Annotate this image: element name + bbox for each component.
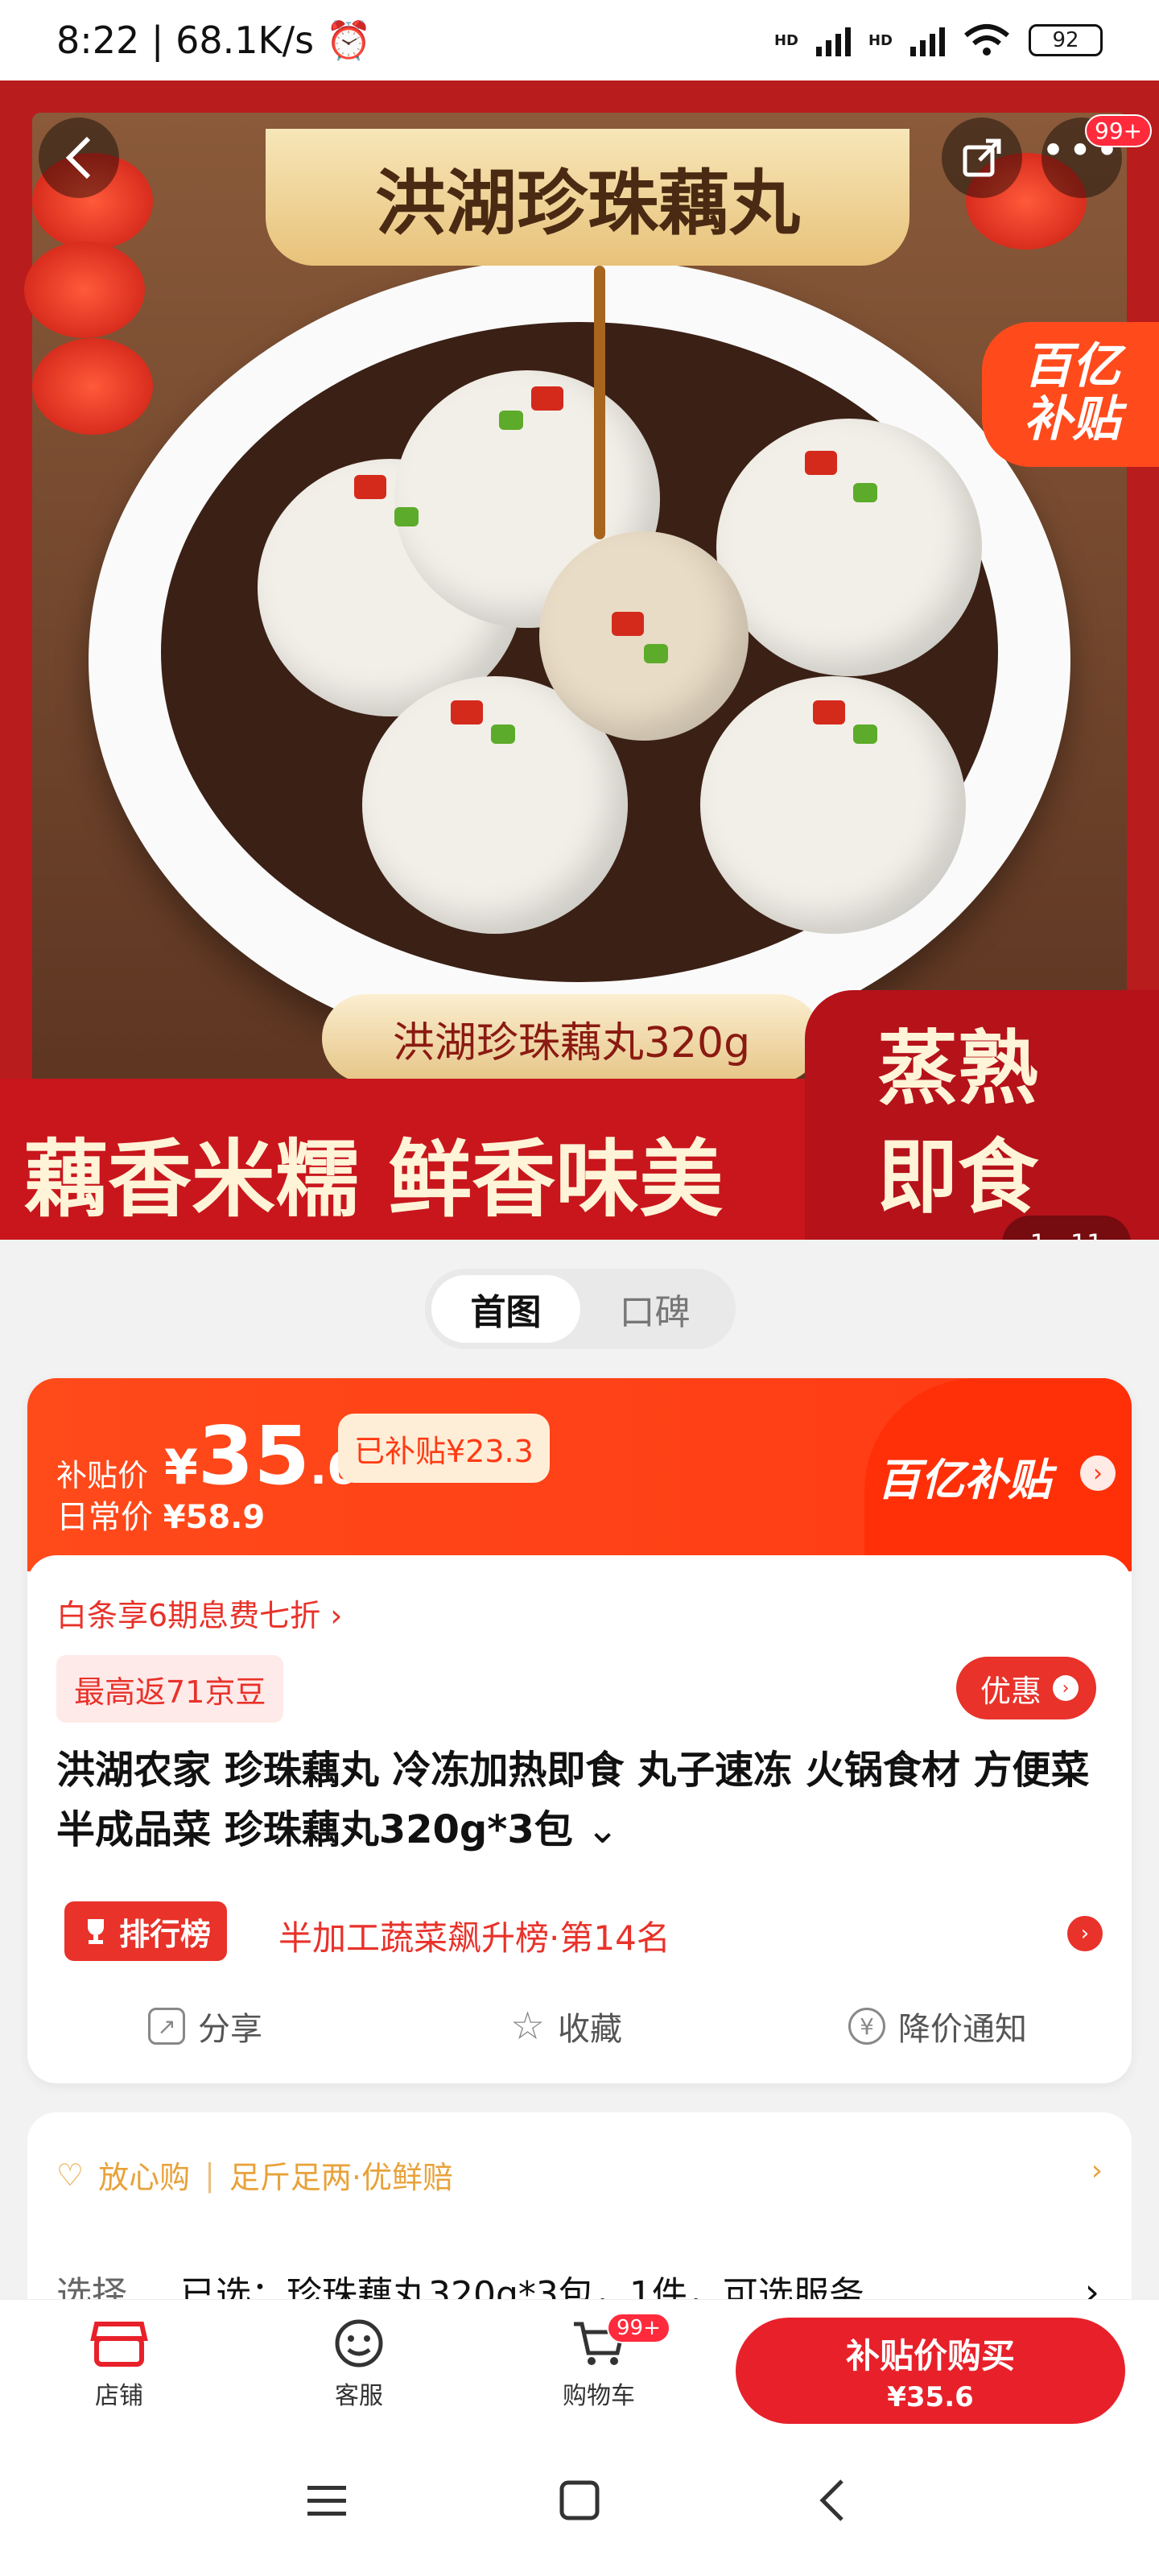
subsidized-amount-badge: 已补贴¥23.3	[338, 1414, 550, 1483]
chili-garnish	[813, 700, 845, 724]
home-square-icon	[559, 2480, 600, 2520]
ranking-text[interactable]: 半加工蔬菜飙升榜·第14名	[278, 1911, 670, 1960]
lantern-decoration	[24, 242, 145, 338]
chili-garnish	[354, 475, 386, 499]
hero-slogan: 藕香米糯 鲜香味美	[24, 1129, 724, 1228]
billion-subsidy-logo[interactable]: 百亿补贴	[877, 1444, 1051, 1508]
signal-bars-icon-2	[910, 24, 945, 56]
share-button[interactable]	[942, 118, 1022, 198]
back-button[interactable]	[39, 118, 119, 198]
yen-alert-icon: ¥	[848, 2008, 885, 2045]
message-badge: 99+	[1085, 114, 1153, 147]
scallion-garnish	[491, 724, 515, 744]
share-icon	[963, 138, 1001, 177]
scallion-garnish	[394, 507, 419, 526]
store-icon	[89, 2318, 150, 2369]
scallion-garnish	[853, 483, 877, 502]
product-info: 白条享6期息费七折 › 最高返71京豆 优惠 › 洪湖农家 珍珠藕丸 冷冻加热即食…	[27, 1555, 1132, 2083]
tab-reviews[interactable]: 口碑	[580, 1275, 729, 1343]
subsidy-buy-button[interactable]: 补贴价购买 ¥35.6	[736, 2318, 1125, 2424]
menu-icon	[307, 2486, 346, 2516]
trophy-icon	[88, 1919, 104, 1944]
home-nav-button[interactable]	[539, 2468, 620, 2533]
price-card: 补贴价 ¥35.6 已补贴¥23.3 日常价 ¥58.9 百亿补贴 › 白条享6…	[27, 1378, 1132, 2083]
store-button[interactable]: 店铺	[55, 2318, 184, 2411]
broth	[161, 322, 998, 982]
hero-weight-ribbon: 洪湖珍珠藕丸320g	[322, 994, 821, 1083]
back-nav-button[interactable]	[792, 2468, 872, 2533]
price-header: 补贴价 ¥35.6 已补贴¥23.3 日常价 ¥58.9 百亿补贴 ›	[27, 1378, 1132, 1571]
sauce-drizzle	[594, 266, 605, 539]
share-icon: ↗	[148, 2008, 185, 2045]
assurance-row[interactable]: ♡ 放心购 | 足斤足两·优鲜赔	[56, 2153, 453, 2197]
tab-main-image[interactable]: 首图	[431, 1275, 580, 1343]
cart-count-badge: 99+	[607, 2313, 670, 2343]
product-title[interactable]: 洪湖农家 珍珠藕丸 冷冻加热即食 丸子速冻 火锅食材 方便菜 半成品菜 珍珠藕丸…	[56, 1740, 1103, 1860]
scallion-garnish	[853, 724, 877, 744]
battery-icon: 92	[1029, 24, 1103, 56]
image-tabs: 首图 口碑	[425, 1269, 736, 1349]
chevron-right-icon[interactable]: ›	[1080, 1455, 1116, 1491]
action-row: ↗ 分享 ☆ 收藏 ¥ 降价通知	[27, 1990, 1132, 2062]
customer-service-button[interactable]: 客服	[295, 2318, 423, 2411]
price-alert-action[interactable]: ¥ 降价通知	[848, 2003, 1027, 2050]
menu-nav-button[interactable]	[287, 2468, 367, 2533]
promo-button[interactable]: 优惠 ›	[956, 1657, 1097, 1719]
hero-steam-text: 蒸熟 即食	[877, 1021, 1038, 1224]
system-nav-bar	[0, 2428, 1159, 2576]
installment-offer[interactable]: 白条享6期息费七折 ›	[56, 1591, 342, 1635]
hero-title: 洪湖珍珠藕丸	[266, 129, 909, 266]
chevron-right-icon: ›	[1053, 1675, 1079, 1701]
diamond-icon: ♡	[56, 2157, 85, 2193]
chevron-right-icon[interactable]: ›	[1067, 1916, 1103, 1951]
image-counter: 1 11	[1002, 1216, 1131, 1240]
subsidy-badge: 百亿 补贴	[982, 322, 1159, 467]
back-chevron-icon	[819, 2479, 843, 2521]
chili-garnish	[451, 700, 483, 724]
chevron-right-icon[interactable]: ›	[1091, 2154, 1103, 2187]
signal-icon-2: HD	[868, 31, 893, 49]
food-bowl	[89, 258, 1070, 1063]
back-arrow-icon	[65, 136, 91, 180]
status-bar: 8:22 | 68.1K/s ⏰ HD HD 92	[0, 0, 1159, 80]
product-hero-image[interactable]: 洪湖珍珠藕丸 百亿 补贴 洪湖珍珠藕丸320g 藕香米糯 鲜香味美 蒸熟 即食 …	[0, 80, 1159, 1240]
jd-beans-badge: 最高返71京豆	[56, 1655, 284, 1723]
subsidy-price: ¥35.6	[164, 1409, 359, 1503]
separator: |	[204, 2157, 215, 2193]
smile-icon	[328, 2318, 390, 2369]
status-time: 8:22 | 68.1K/s ⏰	[56, 18, 373, 62]
wifi-icon	[964, 24, 1009, 56]
share-action[interactable]: ↗ 分享	[148, 2003, 262, 2050]
rice-ball	[716, 419, 982, 676]
chili-garnish	[805, 451, 837, 475]
scallion-garnish	[499, 411, 523, 430]
signal-icon: HD	[773, 31, 798, 49]
status-icons: HD HD 92	[774, 23, 1103, 58]
signal-bars-icon	[815, 24, 851, 56]
subsidy-price-label: 补贴价	[56, 1458, 149, 1493]
cart-button[interactable]: 99+ 购物车	[534, 2313, 670, 2411]
scallion-garnish	[644, 644, 668, 663]
chili-garnish	[531, 386, 563, 411]
chili-garnish	[612, 612, 644, 636]
star-icon: ☆	[510, 2004, 546, 2049]
daily-price: 日常价 ¥58.9	[56, 1499, 266, 1536]
rice-ball	[539, 531, 749, 741]
ranking-tag[interactable]: 排行榜	[64, 1901, 228, 1961]
bottom-action-bar: 店铺 客服 99+ 购物车 补贴价购买 ¥35.6	[0, 2299, 1159, 2428]
favorite-action[interactable]: ☆ 收藏	[510, 2003, 622, 2050]
chevron-down-icon[interactable]: ⌄	[587, 1807, 619, 1852]
lantern-decoration	[32, 338, 153, 435]
